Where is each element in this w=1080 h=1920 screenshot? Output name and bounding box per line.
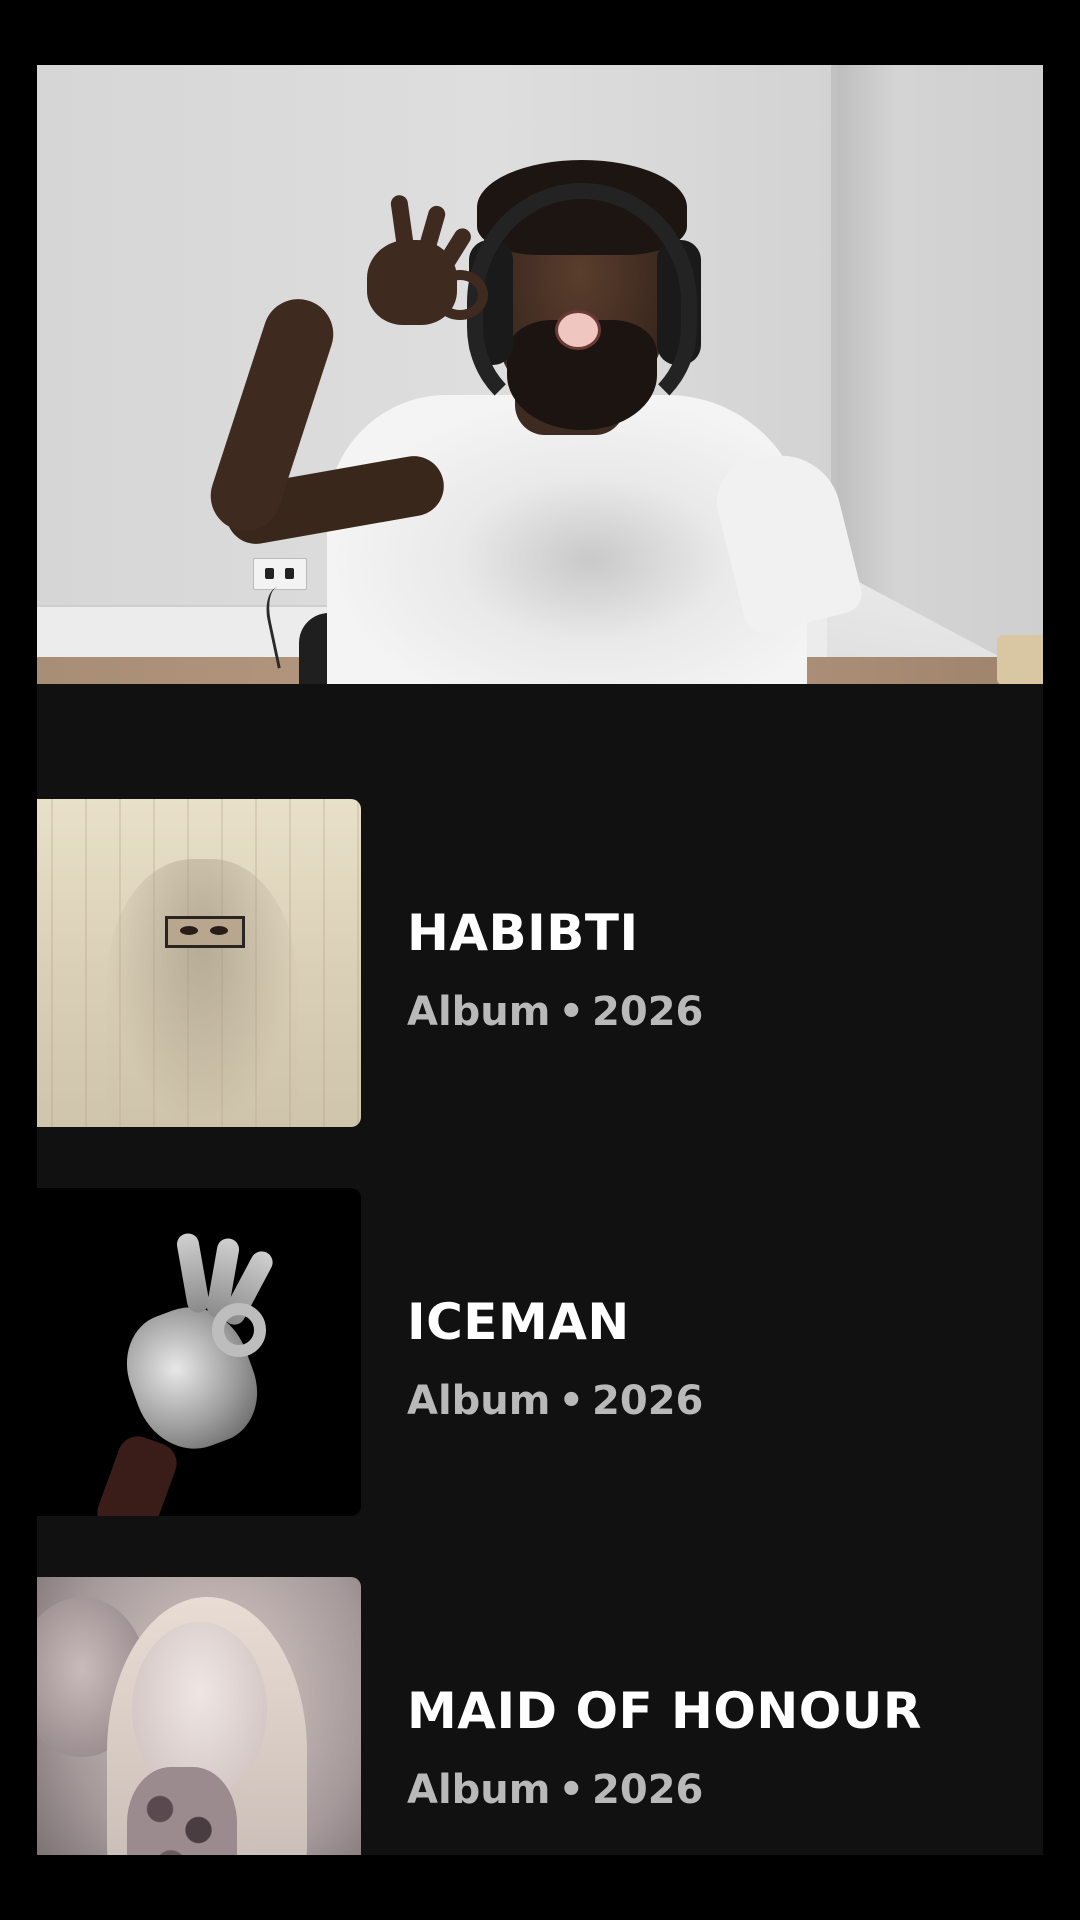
album-year: 2026 bbox=[592, 1767, 704, 1813]
album-type: Album bbox=[407, 1378, 551, 1424]
ok-ring bbox=[432, 270, 488, 320]
meta-separator: • bbox=[558, 1378, 585, 1424]
cover-wrist bbox=[91, 1430, 183, 1516]
album-year: 2026 bbox=[592, 1378, 704, 1424]
album-type: Album bbox=[407, 989, 551, 1035]
album-year: 2026 bbox=[592, 989, 704, 1035]
album-row-habibti[interactable]: HABIBTI Album • 2026 bbox=[37, 799, 1043, 1129]
webcam-video[interactable] bbox=[37, 65, 1043, 684]
meta-separator: • bbox=[558, 989, 585, 1035]
album-meta: Album • 2026 bbox=[407, 989, 703, 1035]
album-title[interactable]: HABIBTI bbox=[407, 904, 639, 962]
album-row-iceman[interactable]: ICEMAN Album • 2026 bbox=[37, 1188, 1043, 1518]
streamer-person bbox=[37, 65, 1043, 684]
album-title[interactable]: MAID OF HONOUR bbox=[407, 1682, 922, 1740]
album-type: Album bbox=[407, 1767, 551, 1813]
album-title[interactable]: ICEMAN bbox=[407, 1293, 630, 1351]
cover-bouquet bbox=[127, 1767, 237, 1855]
glove-finger bbox=[175, 1231, 211, 1315]
cover-eyes bbox=[165, 916, 245, 948]
album-cover-iceman[interactable] bbox=[37, 1188, 361, 1516]
meta-separator: • bbox=[558, 1767, 585, 1813]
album-meta: Album • 2026 bbox=[407, 1767, 703, 1813]
screen-frame: HABIBTI Album•2026 ICEMAN Album•2026 bbox=[37, 65, 1043, 1855]
album-cover-maid-of-honour[interactable] bbox=[37, 1577, 361, 1855]
glove-ok-ring bbox=[212, 1303, 266, 1357]
album-meta: Album • 2026 bbox=[407, 1378, 703, 1424]
cover-veil-figure bbox=[107, 859, 297, 1127]
album-cover-habibti[interactable] bbox=[37, 799, 361, 1127]
headphones-icon bbox=[467, 183, 697, 423]
album-row-maid-of-honour[interactable]: MAID OF HONOUR Album • 2026 bbox=[37, 1577, 1043, 1855]
